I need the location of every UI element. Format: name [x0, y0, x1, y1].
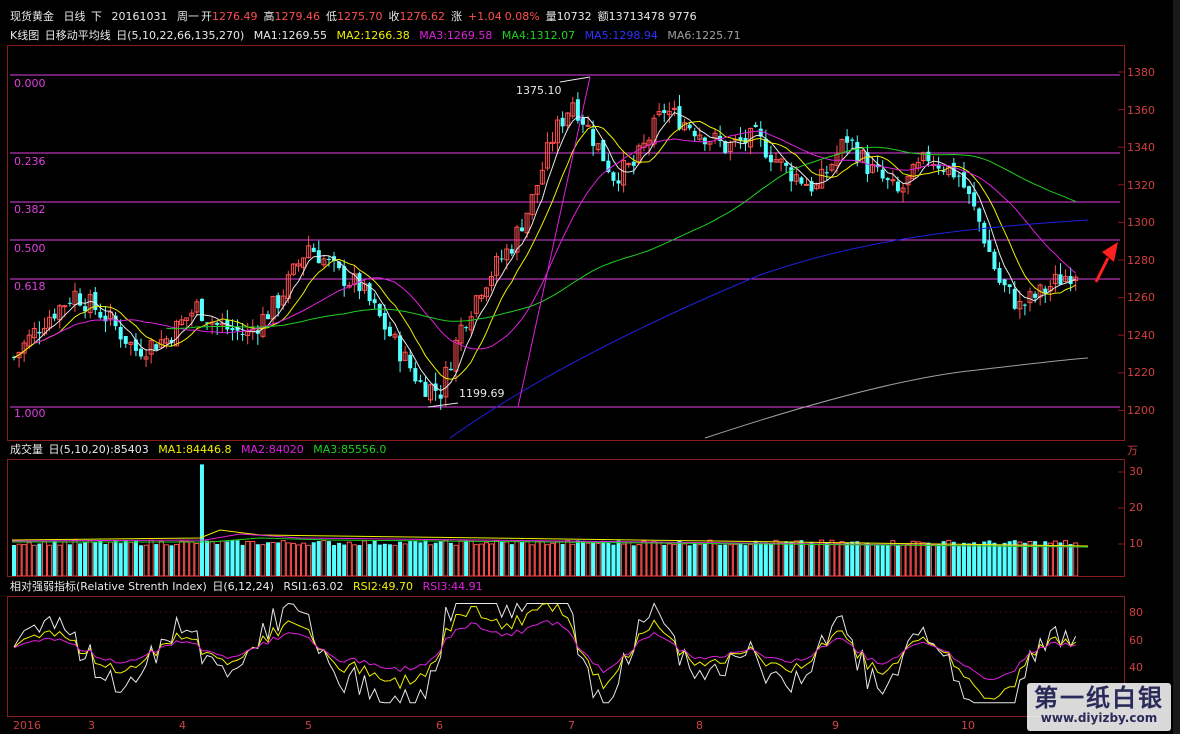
- x-tick-8: 8: [696, 719, 703, 732]
- kline-indicator-bar: K线图 日移动平均线 日(5,10,22,66,135,270) MA1:126…: [10, 27, 747, 45]
- date-axis: 2016 3 4 5 6 7 8 9 10: [7, 717, 1125, 734]
- y-tick-1360: 1360: [1127, 104, 1155, 117]
- fib-level-618: 0.618: [14, 280, 46, 293]
- vol-tick-10: 10: [1129, 537, 1143, 550]
- rsi-params: (6,12,24): [223, 580, 274, 593]
- rsi-tick-60: 60: [1129, 634, 1143, 647]
- direction-label: 下: [91, 10, 102, 23]
- volume-current: :85403: [110, 443, 149, 456]
- x-tick-6: 6: [436, 719, 443, 732]
- ma-indicator-name[interactable]: 日移动平均线: [45, 29, 111, 42]
- rsi-tick-40: 40: [1129, 661, 1143, 674]
- volume-value: 10732: [556, 10, 592, 23]
- volume-params: (5,10,20): [59, 443, 111, 456]
- watermark-logo: 第一纸白银 www.diyizby.com: [1027, 683, 1171, 731]
- vol-ma3-value: MA3:85556.0: [313, 443, 387, 456]
- x-tick-3: 3: [88, 719, 95, 732]
- open-label: 开: [201, 10, 212, 23]
- x-tick-5: 5: [305, 719, 312, 732]
- y-tick-1220: 1220: [1127, 366, 1155, 379]
- change-percent: 0.08%: [504, 10, 540, 23]
- high-price-annotation: 1375.10: [516, 84, 562, 97]
- period-label: 日线: [63, 10, 86, 23]
- y-tick-1380: 1380: [1127, 66, 1155, 79]
- ma5-value: MA5:1298.94: [584, 29, 658, 42]
- vol-tick-20: 20: [1129, 501, 1143, 514]
- y-tick-1320: 1320: [1127, 179, 1155, 192]
- quote-date: 20161031: [111, 10, 168, 23]
- logo-url: www.diyizby.com: [1040, 711, 1158, 725]
- low-label: 低: [326, 10, 337, 23]
- x-tick-2016: 2016: [13, 719, 41, 732]
- vol-ma1-value: MA1:84446.8: [158, 443, 232, 456]
- vol-tick-30: 30: [1129, 465, 1143, 478]
- fib-level-500: 0.500: [14, 242, 46, 255]
- ma4-value: MA4:1312.07: [501, 29, 576, 42]
- low-value: 1275.70: [337, 10, 383, 23]
- ma6-value: MA6:1225.71: [667, 29, 741, 42]
- change-label: 涨: [451, 10, 462, 23]
- window-edge: [1173, 0, 1180, 734]
- volume-title[interactable]: 成交量: [10, 443, 43, 456]
- quote-header: 现货黄金 日线 下 20161031 周一 开1276.49 高1279.46 低12…: [10, 8, 703, 26]
- price-axis: 1380 1360 1340 1320 1300 1280 1260 1240 …: [1125, 45, 1173, 717]
- low-price-annotation: 1199.69: [459, 387, 505, 400]
- x-tick-10: 10: [961, 719, 975, 732]
- y-tick-1260: 1260: [1127, 291, 1155, 304]
- y-tick-1300: 1300: [1127, 216, 1155, 229]
- kline-title[interactable]: K线图: [10, 29, 39, 42]
- fib-level-1000: 1.000: [14, 407, 46, 420]
- fib-level-236: 0.236: [14, 155, 46, 168]
- ma1-value: MA1:1269.55: [253, 29, 327, 42]
- volume-period: 日: [48, 443, 60, 456]
- change-value: +1.04: [468, 10, 502, 23]
- vol-ma2-value: MA2:84020: [241, 443, 304, 456]
- ma3-value: MA3:1269.58: [419, 29, 493, 42]
- y-tick-1200: 1200: [1127, 404, 1155, 417]
- rsi2-value: RSI2:49.70: [352, 580, 414, 593]
- ma-period: 日: [116, 29, 128, 42]
- fib-level-382: 0.382: [14, 203, 46, 216]
- y-tick-1340: 1340: [1127, 141, 1155, 154]
- rsi-indicator-bar: 相对强弱指标(Relative Strenth Index) 日(6,12,24…: [10, 578, 489, 596]
- y-tick-1280: 1280: [1127, 254, 1155, 267]
- close-value: 1276.62: [399, 10, 446, 23]
- logo-name: 第一纸白银: [1034, 683, 1164, 712]
- rsi-period: 日: [212, 580, 224, 593]
- fib-level-0: 0.000: [14, 77, 46, 90]
- open-value: 1276.49: [212, 10, 258, 23]
- high-label: 高: [263, 10, 275, 23]
- volume-label: 量: [545, 10, 557, 23]
- amount-label: 额: [597, 10, 609, 23]
- kline-panel: [7, 45, 1125, 441]
- x-tick-7: 7: [568, 719, 575, 732]
- high-value: 1279.46: [274, 10, 321, 23]
- volume-indicator-bar: 成交量 日(5,10,20):85403 MA1:84446.8 MA2:840…: [10, 441, 392, 459]
- rsi1-value: RSI1:63.02: [283, 580, 344, 593]
- instrument-name[interactable]: 现货黄金: [10, 10, 54, 23]
- ma-params: (5,10,22,66,135,270): [127, 29, 245, 42]
- close-label: 收: [388, 10, 400, 23]
- extra-value: 9776: [668, 10, 697, 23]
- amount-value: 13713478: [608, 10, 665, 23]
- rsi3-value: RSI3:44.91: [422, 580, 483, 593]
- y-tick-1240: 1240: [1127, 329, 1155, 342]
- ma2-value: MA2:1266.38: [336, 29, 410, 42]
- x-tick-9: 9: [832, 719, 839, 732]
- quote-weekday: 周一: [177, 10, 199, 23]
- x-tick-4: 4: [179, 719, 186, 732]
- rsi-tick-80: 80: [1129, 606, 1143, 619]
- rsi-panel: [7, 596, 1125, 717]
- volume-unit: 万: [1127, 444, 1138, 457]
- rsi-title[interactable]: 相对强弱指标(Relative Strenth Index): [10, 580, 207, 593]
- volume-panel: [7, 459, 1125, 577]
